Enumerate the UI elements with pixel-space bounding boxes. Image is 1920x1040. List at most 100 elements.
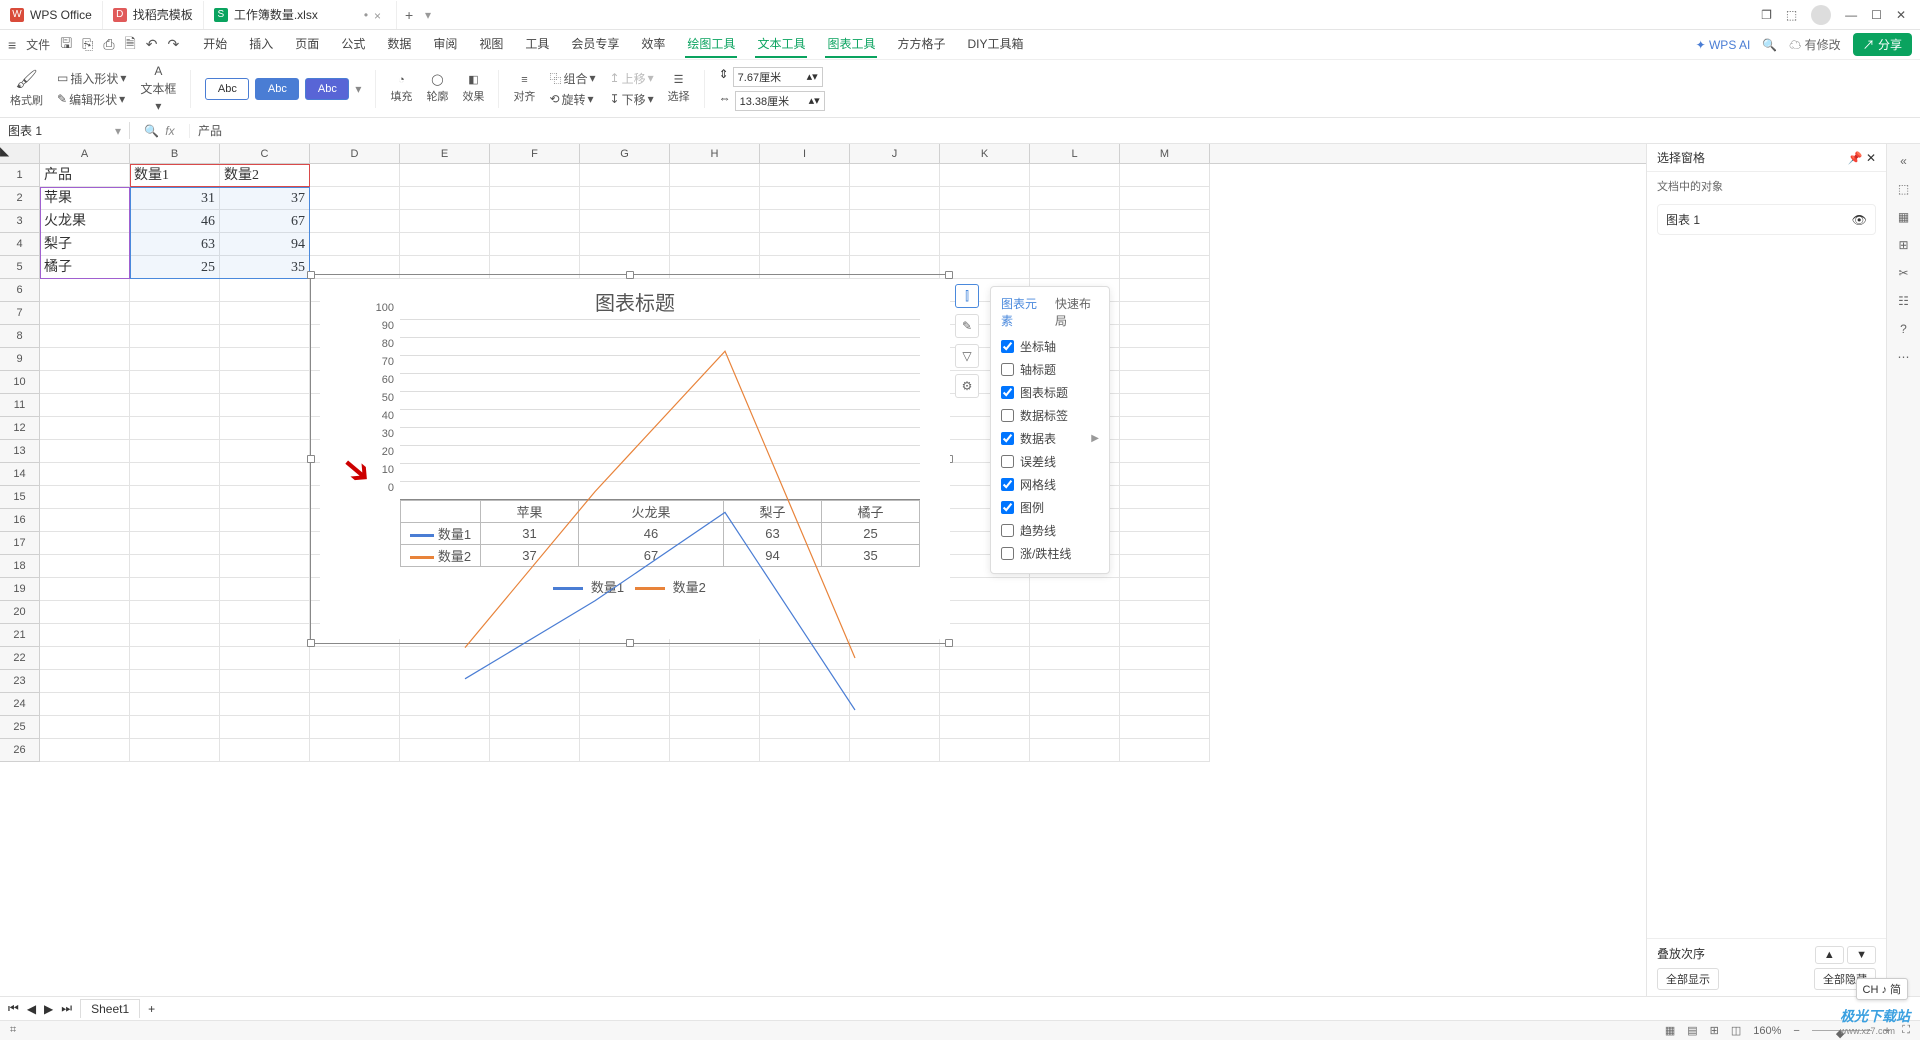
cell[interactable]	[310, 739, 400, 762]
cell[interactable]	[1120, 394, 1210, 417]
cell[interactable]	[850, 187, 940, 210]
cell[interactable]	[1120, 509, 1210, 532]
search-icon[interactable]: 🔍	[144, 124, 159, 138]
chart-title[interactable]: 图表标题	[320, 279, 950, 320]
col-header[interactable]: H	[670, 144, 760, 163]
row-header[interactable]: 14	[0, 463, 40, 486]
view-page-icon[interactable]: ▤	[1687, 1024, 1697, 1037]
cell[interactable]	[1120, 164, 1210, 187]
close-icon[interactable]: ✕	[1866, 151, 1876, 165]
row-header[interactable]: 5	[0, 256, 40, 279]
col-header[interactable]: J	[850, 144, 940, 163]
select-tool-icon[interactable]: ⬚	[1898, 182, 1909, 196]
cell[interactable]	[1120, 440, 1210, 463]
cell[interactable]	[130, 739, 220, 762]
tool-icon[interactable]: ⊞	[1898, 238, 1908, 252]
menu-tab[interactable]: 文本工具	[755, 31, 807, 58]
cell[interactable]	[130, 486, 220, 509]
cell[interactable]: 46	[130, 210, 220, 233]
cell[interactable]	[40, 739, 130, 762]
cell[interactable]	[220, 509, 310, 532]
view-break-icon[interactable]: ⊞	[1710, 1024, 1719, 1037]
sheet-tab[interactable]: Sheet1	[80, 999, 140, 1018]
chart-filter-button[interactable]: ▽	[955, 344, 979, 368]
menu-tab[interactable]: 视图	[477, 31, 505, 58]
cell[interactable]	[1120, 716, 1210, 739]
redo-icon[interactable]: ↷	[168, 36, 180, 53]
cell[interactable]	[940, 716, 1030, 739]
cell[interactable]: 37	[220, 187, 310, 210]
col-header[interactable]: K	[940, 144, 1030, 163]
cell[interactable]	[1120, 210, 1210, 233]
cell[interactable]	[40, 578, 130, 601]
menu-tab[interactable]: 插入	[247, 31, 275, 58]
col-header[interactable]: L	[1030, 144, 1120, 163]
row-header[interactable]: 11	[0, 394, 40, 417]
cell[interactable]	[130, 394, 220, 417]
menu-tab[interactable]: 绘图工具	[685, 31, 737, 58]
more-icon[interactable]: ⋯	[1898, 350, 1910, 364]
zoom-value[interactable]: 160%	[1753, 1025, 1781, 1037]
cell[interactable]	[1120, 325, 1210, 348]
col-header[interactable]: C	[220, 144, 310, 163]
cell[interactable]: 94	[220, 233, 310, 256]
cell[interactable]	[1120, 532, 1210, 555]
cell[interactable]	[940, 578, 1030, 601]
cell[interactable]	[1030, 647, 1120, 670]
cell[interactable]	[130, 716, 220, 739]
print-icon[interactable]: ⎙	[103, 36, 114, 53]
avatar[interactable]	[1811, 5, 1831, 25]
cell[interactable]	[1120, 348, 1210, 371]
tab-wps[interactable]: W WPS Office	[0, 1, 103, 29]
help-icon[interactable]: ?	[1900, 322, 1907, 336]
cell[interactable]	[310, 210, 400, 233]
cell[interactable]	[940, 670, 1030, 693]
cell[interactable]	[940, 256, 1030, 279]
cell[interactable]	[220, 371, 310, 394]
cell[interactable]	[670, 164, 760, 187]
tool-icon[interactable]: ✂	[1898, 266, 1908, 280]
cell[interactable]	[760, 210, 850, 233]
cell[interactable]	[130, 601, 220, 624]
restore-icon[interactable]: ❐	[1761, 8, 1772, 22]
col-header[interactable]: B	[130, 144, 220, 163]
cell[interactable]	[40, 532, 130, 555]
ime-indicator[interactable]: CH ♪ 简	[1856, 978, 1909, 1000]
popup-tab-layout[interactable]: 快速布局	[1055, 295, 1099, 329]
cell[interactable]	[1030, 187, 1120, 210]
cell[interactable]	[760, 233, 850, 256]
cell[interactable]	[220, 394, 310, 417]
cell[interactable]: 数量2	[220, 164, 310, 187]
move-down[interactable]: ↧ 下移 ▾	[610, 91, 654, 108]
row-header[interactable]: 7	[0, 302, 40, 325]
cell[interactable]	[310, 233, 400, 256]
cell[interactable]	[1120, 486, 1210, 509]
cell[interactable]	[400, 164, 490, 187]
cell[interactable]	[220, 417, 310, 440]
cell[interactable]	[1030, 693, 1120, 716]
popup-item[interactable]: 趋势线	[997, 519, 1103, 542]
row-header[interactable]: 9	[0, 348, 40, 371]
zoom-out-icon[interactable]: −	[1793, 1025, 1799, 1037]
tab-template[interactable]: D 找稻壳模板	[103, 1, 204, 29]
chart-settings-button[interactable]: ⚙	[955, 374, 979, 398]
cell[interactable]	[130, 325, 220, 348]
cell[interactable]	[310, 647, 400, 670]
cell[interactable]	[130, 279, 220, 302]
col-header[interactable]: F	[490, 144, 580, 163]
move-down-btn[interactable]: ▼	[1847, 946, 1876, 964]
row-header[interactable]: 18	[0, 555, 40, 578]
cell[interactable]	[220, 716, 310, 739]
cell[interactable]	[40, 394, 130, 417]
menu-tab[interactable]: 效率	[639, 31, 667, 58]
align[interactable]: ≡对齐	[513, 74, 535, 104]
cell[interactable]	[310, 716, 400, 739]
cell[interactable]	[490, 233, 580, 256]
name-box[interactable]: 图表 1▾	[0, 122, 130, 139]
tool-icon[interactable]: ▦	[1898, 210, 1909, 224]
cell[interactable]	[220, 348, 310, 371]
cell[interactable]	[130, 417, 220, 440]
next-icon[interactable]: ▶	[44, 1002, 53, 1016]
cell[interactable]	[940, 233, 1030, 256]
cell[interactable]	[760, 164, 850, 187]
